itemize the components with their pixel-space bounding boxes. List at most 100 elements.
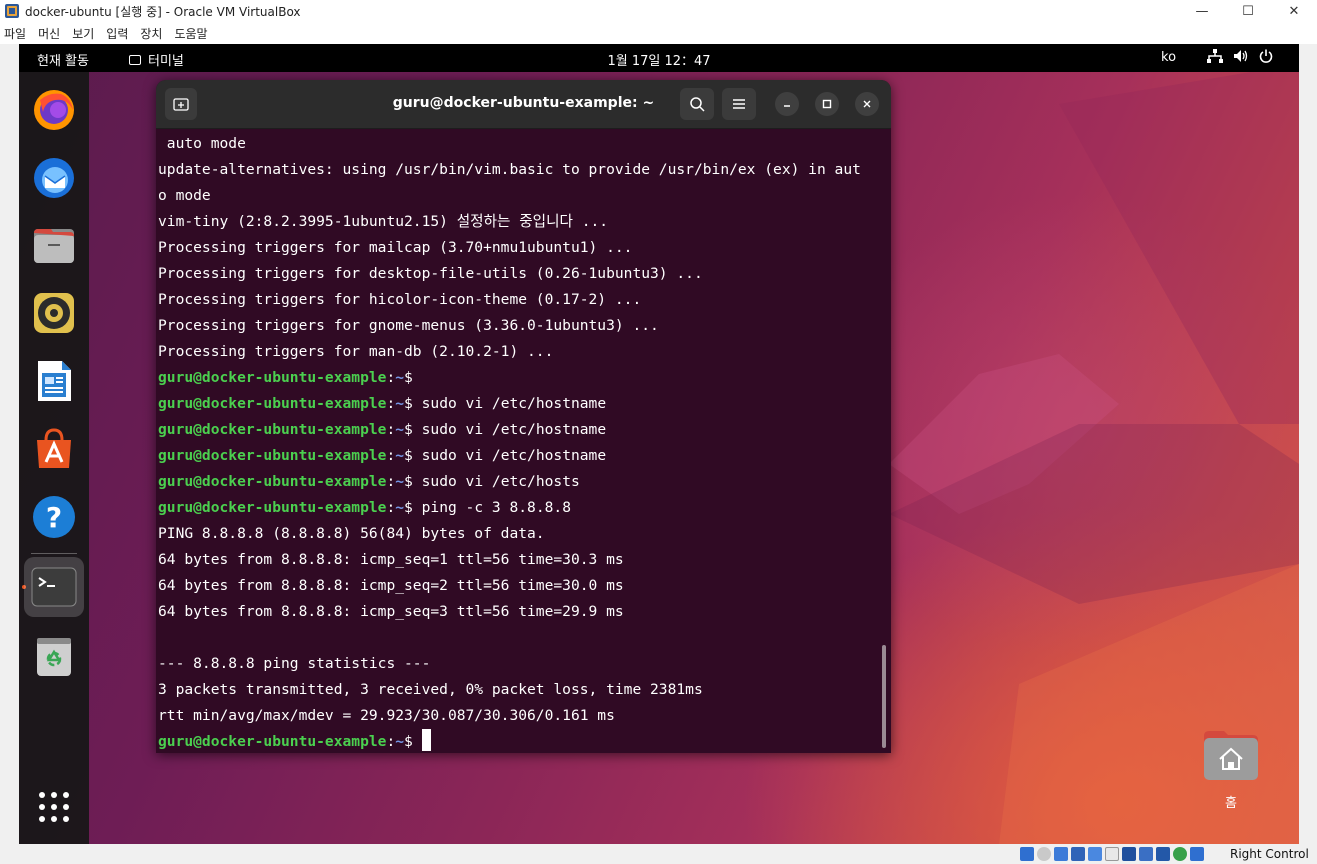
clock[interactable]: 1월 17일 12：47 — [19, 50, 1299, 69]
prompt-path: ~ — [395, 473, 405, 490]
files-icon — [34, 229, 74, 263]
status-icons — [1020, 847, 1204, 861]
prompt-user: guru@docker-ubuntu-example — [158, 473, 387, 490]
terminal-window[interactable]: guru@docker-ubuntu-example: ~ auto mode … — [156, 80, 891, 753]
network-adapter-icon[interactable] — [1071, 847, 1085, 861]
prompt-user: guru@docker-ubuntu-example — [158, 447, 387, 464]
menu-devices[interactable]: 장치 — [135, 25, 169, 42]
command-text: sudo vi /etc/hostname — [421, 395, 607, 412]
terminal-scrollbar[interactable] — [882, 645, 886, 748]
prompt-user: guru@docker-ubuntu-example — [158, 733, 387, 750]
text-cursor — [421, 729, 431, 751]
prompt-separator: : — [386, 473, 396, 490]
prompt-user: guru@docker-ubuntu-example — [158, 421, 387, 438]
dock-trash[interactable] — [24, 625, 84, 685]
prompt-separator: : — [386, 499, 396, 516]
vbox-statusbar: Right Control — [0, 844, 1317, 864]
prompt-user: guru@docker-ubuntu-example — [158, 499, 387, 516]
output-line: 64 bytes from 8.8.8.8: icmp_seq=3 ttl=56… — [158, 603, 624, 620]
shared-folders-icon[interactable] — [1105, 847, 1119, 861]
maximize-button[interactable]: ☐ — [1225, 0, 1271, 22]
dock-terminal[interactable] — [24, 557, 84, 617]
output-line: 3 packets transmitted, 3 received, 0% pa… — [158, 681, 703, 698]
prompt-user: guru@docker-ubuntu-example — [158, 395, 387, 412]
active-prompt-line[interactable]: guru@docker-ubuntu-example:~$ — [158, 729, 883, 753]
guest-display[interactable]: 현재 활동 터미널 1월 17일 12：47 ko ? guru@docker-… — [19, 44, 1299, 844]
home-folder-label[interactable]: 홈 — [1202, 792, 1260, 811]
output-line: PING 8.8.8.8 (8.8.8.8) 56(84) bytes of d… — [158, 525, 545, 542]
prompt-line: guru@docker-ubuntu-example:~$ sudo vi /e… — [158, 443, 883, 469]
display-icon[interactable] — [1122, 847, 1136, 861]
prompt-path: ~ — [395, 421, 405, 438]
network-icon[interactable] — [1207, 49, 1223, 63]
terminal-icon — [31, 567, 77, 607]
prompt-line: guru@docker-ubuntu-example:~$ — [158, 365, 883, 391]
home-folder-icon[interactable] — [1202, 726, 1260, 784]
rhythmbox-icon — [34, 293, 74, 333]
output-line: Processing triggers for desktop-file-uti… — [158, 265, 703, 282]
prompt-end: $ — [404, 421, 422, 438]
dock-libreoffice-writer[interactable] — [24, 351, 84, 411]
output-line: vim-tiny (2:8.2.3995-1ubuntu2.15) 설정하는 중… — [158, 213, 609, 230]
dock-thunderbird[interactable] — [24, 147, 84, 207]
terminal-close-button[interactable] — [855, 92, 879, 116]
hamburger-menu-button[interactable] — [722, 88, 756, 120]
menu-file[interactable]: 파일 — [0, 25, 33, 42]
dock-show-apps[interactable] — [24, 777, 84, 837]
search-button[interactable] — [680, 88, 714, 120]
prompt-line: guru@docker-ubuntu-example:~$ ping -c 3 … — [158, 495, 883, 521]
vbox-menubar: 파일 머신 보기 입력 장치 도움말 — [0, 22, 1317, 44]
close-button[interactable]: ✕ — [1271, 0, 1317, 22]
hard-disk-icon[interactable] — [1020, 847, 1034, 861]
terminal-minimize-button[interactable] — [775, 92, 799, 116]
output-line: Processing triggers for man-db (2.10.2-1… — [158, 343, 554, 360]
menu-help[interactable]: 도움말 — [169, 25, 214, 42]
prompt-separator: : — [386, 395, 396, 412]
audio-icon[interactable] — [1054, 847, 1068, 861]
mouse-integration-icon[interactable] — [1173, 847, 1187, 861]
dock-rhythmbox[interactable] — [24, 283, 84, 343]
terminal-output[interactable]: auto mode update-alternatives: using /us… — [158, 131, 883, 751]
output-line: auto mode — [158, 135, 246, 152]
volume-icon[interactable] — [1233, 49, 1249, 63]
recording-icon[interactable] — [1139, 847, 1153, 861]
output-line: --- 8.8.8.8 ping statistics --- — [158, 655, 431, 672]
prompt-end: $ — [404, 499, 422, 516]
dock-firefox[interactable] — [24, 79, 84, 139]
prompt-end: $ — [404, 447, 422, 464]
input-language-indicator[interactable]: ko — [1161, 50, 1176, 65]
prompt-end: $ — [404, 369, 422, 386]
show-apps-icon — [39, 792, 69, 822]
prompt-separator: : — [386, 733, 396, 750]
dock: ? — [19, 72, 89, 844]
thunderbird-icon — [34, 158, 74, 198]
output-line: update-alternatives: using /usr/bin/vim.… — [158, 161, 861, 178]
trash-icon — [37, 638, 71, 676]
dock-files[interactable] — [24, 215, 84, 275]
prompt-end: $ — [404, 733, 422, 750]
prompt-line: guru@docker-ubuntu-example:~$ sudo vi /e… — [158, 469, 883, 495]
cpu-icon[interactable] — [1156, 847, 1170, 861]
command-text: sudo vi /etc/hosts — [421, 473, 580, 490]
power-icon[interactable] — [1259, 49, 1273, 63]
menu-machine[interactable]: 머신 — [33, 25, 67, 42]
menu-view[interactable]: 보기 — [67, 25, 101, 42]
dock-app-center[interactable] — [24, 419, 84, 479]
svg-text:?: ? — [46, 501, 62, 534]
usb-icon[interactable] — [1088, 847, 1102, 861]
prompt-separator: : — [386, 447, 396, 464]
prompt-separator: : — [386, 369, 396, 386]
system-tray[interactable] — [1207, 49, 1273, 63]
search-icon — [690, 97, 705, 112]
terminal-headerbar[interactable]: guru@docker-ubuntu-example: ~ — [156, 80, 891, 129]
command-text: sudo vi /etc/hostname — [421, 421, 607, 438]
menu-input[interactable]: 입력 — [101, 25, 135, 42]
minimize-button[interactable]: — — [1179, 0, 1225, 22]
optical-drive-icon[interactable] — [1037, 847, 1051, 861]
hamburger-menu-icon — [733, 99, 745, 109]
dock-help[interactable]: ? — [24, 487, 84, 547]
keyboard-capture-icon[interactable] — [1190, 847, 1204, 861]
terminal-maximize-button[interactable] — [815, 92, 839, 116]
output-line: rtt min/avg/max/mdev = 29.923/30.087/30.… — [158, 707, 615, 724]
close-icon — [863, 100, 871, 108]
